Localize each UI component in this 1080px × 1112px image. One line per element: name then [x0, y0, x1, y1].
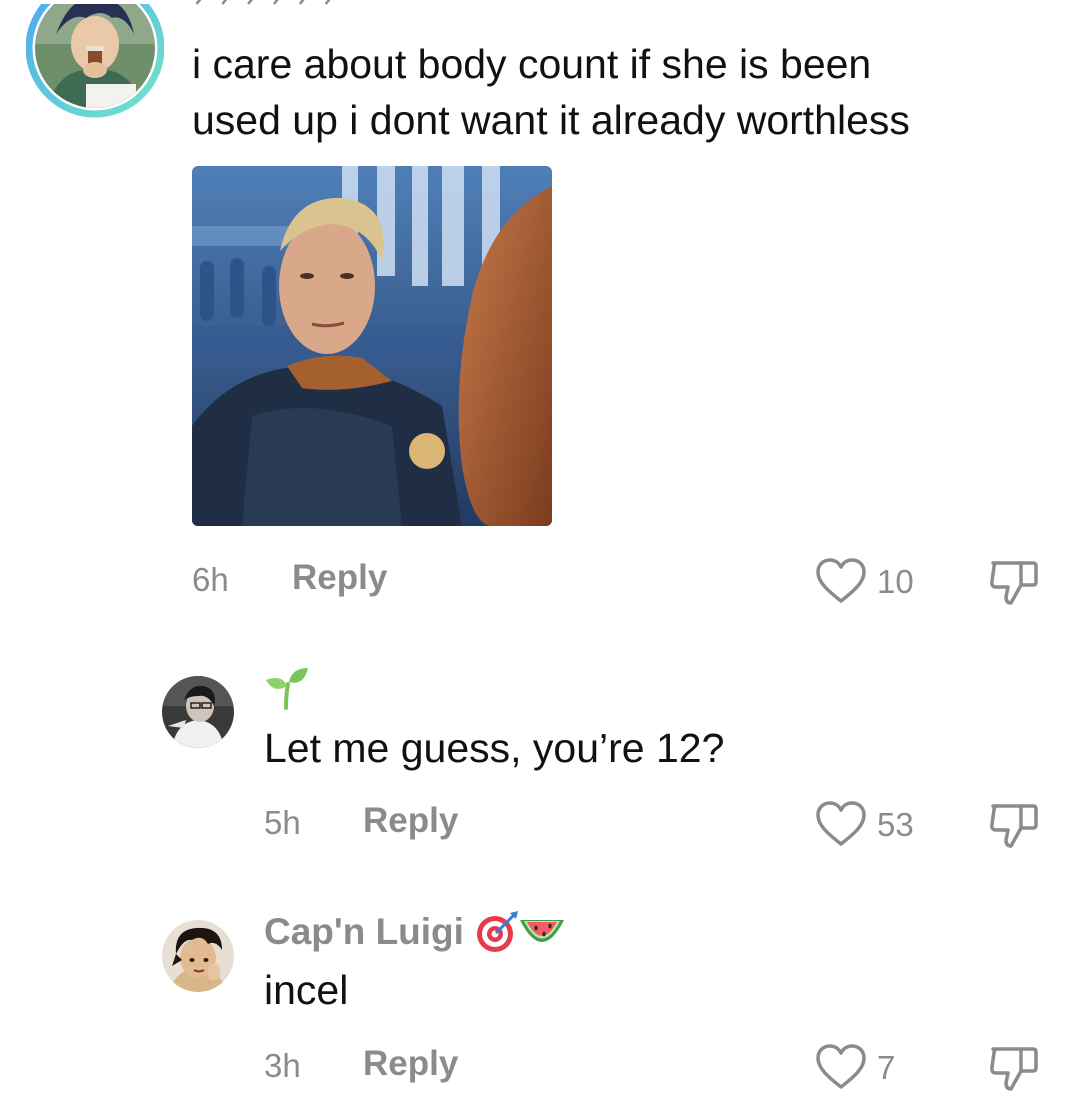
target-emoji-icon — [474, 909, 520, 960]
comment-1-dislike-button[interactable] — [988, 559, 1040, 612]
comment-1-text-line-1: i care about body count if she is been — [192, 41, 872, 87]
comment-1-like-count: 10 — [877, 563, 914, 600]
comment-2-dislike-button[interactable] — [988, 802, 1040, 855]
comment-3-dislike-button[interactable] — [988, 1045, 1040, 1098]
heart-outline-icon — [816, 1044, 866, 1089]
heart-outline-icon — [816, 558, 866, 603]
heart-outline-icon — [816, 801, 866, 846]
comment-3-reply-button[interactable]: Reply — [363, 1044, 458, 1084]
comment-3-username-text: Cap'n Luigi — [264, 911, 464, 952]
thumbs-down-icon — [990, 804, 1038, 848]
comment-3-text: incel — [264, 967, 349, 1013]
seedling-emoji-icon — [262, 664, 310, 715]
comment-1-like-button[interactable] — [815, 558, 867, 609]
comment-3-username[interactable]: Cap'n Luigi — [264, 911, 464, 953]
comment-2-like-count: 53 — [877, 806, 914, 843]
comment-1-attached-image[interactable] — [192, 166, 552, 526]
comment-1-avatar[interactable] — [25, 0, 165, 118]
comment-2-text: Let me guess, you’re 12? — [264, 725, 725, 771]
comment-2-time: 5h — [264, 804, 301, 841]
thumbs-down-icon — [990, 561, 1038, 605]
comment-3-like-count: 7 — [877, 1049, 896, 1086]
comment-3-time: 3h — [264, 1047, 301, 1084]
thumbs-down-icon — [990, 1047, 1038, 1091]
comment-3-like-button[interactable] — [815, 1044, 867, 1095]
comment-3-avatar[interactable] — [162, 920, 234, 992]
comment-1-text-line-2: used up i dont want it already worthless — [192, 97, 910, 143]
comment-1-reply-button[interactable]: Reply — [292, 558, 387, 598]
comment-2-reply-button[interactable]: Reply — [363, 801, 458, 841]
comment-2-like-button[interactable] — [815, 801, 867, 852]
comment-1-time: 6h — [192, 561, 229, 598]
watermelon-emoji-icon — [518, 912, 566, 957]
comment-1-username[interactable]: ᐟ ᐟ ᐟ ᐟ ᐟ ᐟ — [194, 0, 339, 26]
comment-2-avatar[interactable] — [162, 676, 234, 748]
